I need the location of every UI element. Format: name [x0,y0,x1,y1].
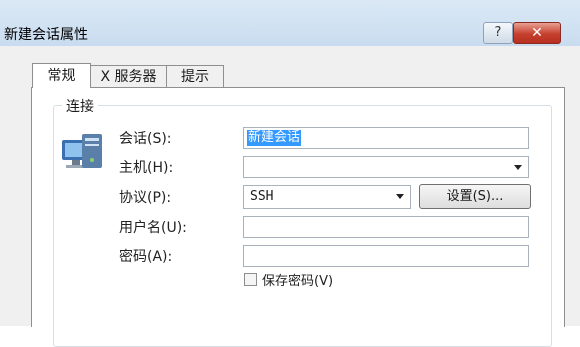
chevron-down-icon[interactable] [514,165,522,170]
username-input[interactable] [243,216,529,238]
username-label: 用户名(U): [119,220,187,236]
dialog-window: 新建会话属性 ? ✕ 常规 X 服务器 提示 连接 会话(S): 新建会话 主机… [0,0,580,347]
save-password-label[interactable]: 保存密码(V) [262,270,333,289]
settings-button[interactable]: 设置(S)... [419,184,531,209]
protocol-value: SSH [250,189,274,204]
session-name-value: 新建会话 [247,130,302,146]
session-label: 会话(S): [119,131,172,147]
tab-general[interactable]: 常规 [32,63,91,88]
close-button[interactable]: ✕ [513,22,561,44]
session-name-input[interactable]: 新建会话 [243,127,529,149]
title-bar[interactable]: 新建会话属性 ? ✕ [0,0,580,46]
dialog-title: 新建会话属性 [4,27,88,43]
tab-x-server[interactable]: X 服务器 [89,65,168,88]
connection-group-title: 连接 [62,96,98,116]
save-password-checkbox[interactable] [244,273,257,286]
host-label: 主机(H): [119,160,174,176]
help-button[interactable]: ? [483,22,513,44]
password-label: 密码(A): [119,249,173,265]
protocol-select[interactable]: SSH [243,185,411,209]
password-input[interactable] [243,245,529,267]
computer-icon [62,134,102,168]
tab-tips[interactable]: 提示 [166,65,224,88]
chevron-down-icon[interactable] [396,194,404,199]
host-combobox[interactable] [243,156,529,178]
protocol-label: 协议(P): [119,190,172,206]
